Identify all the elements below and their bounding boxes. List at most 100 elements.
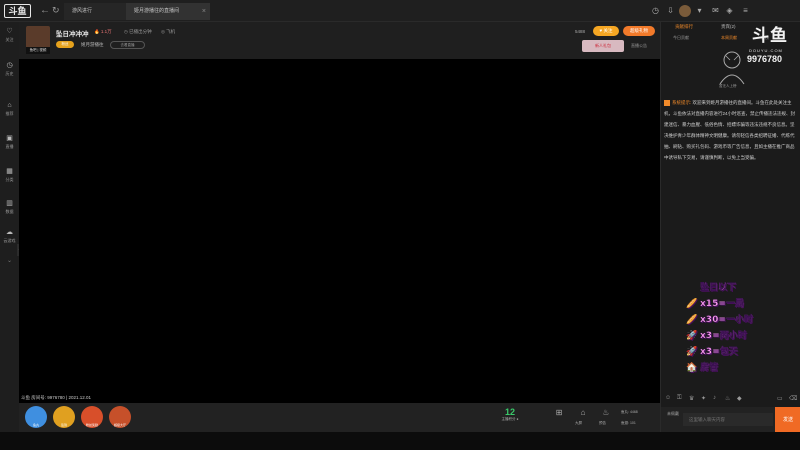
super-hall-button[interactable]: 超级大厅 <box>109 406 131 428</box>
video-player[interactable]: 斗鱼 房间号: 9976780 | 2021.12.01 <box>19 59 660 403</box>
crown-icon[interactable]: ♛ <box>689 395 694 402</box>
sidebar-item-recommend[interactable]: ⌂ 推荐 <box>0 102 19 117</box>
button-label: 签到 <box>60 423 67 427</box>
gift-box-icon[interactable]: ⊞ <box>552 408 566 422</box>
tab-today[interactable]: 今日贡献 <box>673 35 689 41</box>
host-level[interactable]: 12 主播积分 ● <box>494 407 526 422</box>
shield-icon[interactable]: ◆ <box>737 395 742 402</box>
overlay-text: x15=一局 <box>700 299 744 309</box>
douyu-logo[interactable]: 斗鱼 <box>4 4 31 18</box>
message-icon[interactable]: ✉ <box>710 5 721 16</box>
fire-icon[interactable]: ♨ <box>725 395 730 402</box>
emoji-icon[interactable]: ☺ <box>665 395 671 401</box>
user-avatar[interactable] <box>679 5 691 17</box>
overlay-line: 🏠 房管 <box>686 360 800 376</box>
super-gift-button[interactable]: 超级礼物 <box>623 26 655 36</box>
douyu-watermark-logo: 斗鱼 <box>752 26 788 45</box>
sidebar-item-live[interactable]: ▣ 直播 <box>0 135 19 150</box>
tab-explore[interactable]: 游风进行 <box>64 3 126 20</box>
announcement-link[interactable]: 直播公告 <box>631 43 647 49</box>
room-title: 坠日冲冲冲 <box>56 31 89 38</box>
empty-rank-caption: 暂无人上榜 <box>719 84 737 88</box>
star-icon[interactable]: ✦ <box>701 395 706 402</box>
sidebar-item-label: 推荐 <box>5 111 14 116</box>
fishball-stat: 鱼丸: 4468 <box>621 410 638 414</box>
refresh-icon[interactable]: ↻ <box>52 5 60 16</box>
badge-avatar-label: 未佩戴 <box>667 411 679 416</box>
sidebar-item-follow[interactable]: ♡ 关注 <box>0 28 19 43</box>
menu-icon[interactable]: ≡ <box>740 5 751 16</box>
tab-live-room[interactable]: 姬月游播往的直播间 × <box>126 3 210 20</box>
fishfin-stat: 鱼翅: 101 <box>621 421 636 425</box>
chart-icon: ▥ <box>6 200 13 207</box>
sidebar-more-icon[interactable]: ⌄ <box>0 257 19 264</box>
bottom-toolbar: 鱼丸 签到 粉丝奖励 超级大厅 12 主播积分 ● ⊞ ⌂ 大屏 ♨ 预告 鱼丸… <box>19 403 660 432</box>
system-icon <box>664 99 670 106</box>
hot-count: 🔥 1.1万 <box>94 29 112 34</box>
sidebar-item-label: 历史 <box>5 71 14 76</box>
follow-label: 关注 <box>603 28 613 33</box>
cloud-icon: ☁ <box>6 229 13 236</box>
subscribe-button[interactable]: 去看直播 <box>110 41 145 49</box>
fans-badge[interactable]: 粉丝 <box>56 41 74 48</box>
host-name[interactable]: 姬月游播往 <box>81 42 104 48</box>
follow-count: 5488 <box>575 29 586 34</box>
right-panel: 贡献排行 贵宾(2) 今日贡献 本周贡献 总榜 暂无人上榜 斗鱼 DOUYU.C… <box>660 22 800 432</box>
clock-icon: ◷ <box>6 62 13 69</box>
chevron-down-icon[interactable]: ▾ <box>694 5 705 16</box>
heart-icon: ♡ <box>6 28 13 35</box>
home-icon: ⌂ <box>7 102 12 109</box>
bread-icon: 🥖 <box>686 299 698 309</box>
close-icon[interactable]: × <box>202 3 206 20</box>
fans-reward-button[interactable]: 粉丝奖励 <box>81 406 103 428</box>
overlay-line: 🚀 x3=两小时 <box>686 328 800 344</box>
trash-icon[interactable]: ⌫ <box>789 395 797 402</box>
tab-week[interactable]: 本周贡献 <box>721 35 737 41</box>
sidebar-item-label: 分类 <box>5 177 14 182</box>
bell-icon[interactable]: ♪ <box>713 395 716 401</box>
sidebar-item-history[interactable]: ◷ 历史 <box>0 62 19 77</box>
preview-icon[interactable]: ♨ <box>599 408 613 422</box>
overlay-text: 坠日以下 <box>700 283 737 293</box>
overlay-text: x3=两小时 <box>700 331 747 341</box>
empty-rank-illustration <box>719 51 745 85</box>
sidebar-item-label: 关注 <box>5 37 14 42</box>
button-label: 粉丝奖励 <box>85 423 98 427</box>
chat-input-area: 未佩戴 发送 <box>661 407 800 432</box>
host-tag[interactable]: 鱼吧 | 视频 <box>26 47 50 54</box>
promo-banner[interactable]: 新人礼包 <box>582 40 624 52</box>
lock-icon[interactable]: ⚿ <box>677 395 682 402</box>
bread-icon: 🥖 <box>686 315 698 325</box>
overlay-text: 房管 <box>700 363 719 373</box>
button-label: 超级大厅 <box>113 423 126 427</box>
clock-icon[interactable]: ◷ <box>650 5 661 16</box>
tab-vip[interactable]: 贵宾(2) <box>721 24 736 30</box>
sidebar-item-cloud-game[interactable]: ☁ 云游戏 <box>0 229 19 244</box>
follow-button[interactable]: ♥ 关注 <box>593 26 619 36</box>
tab-contribution[interactable]: 贡献排行 <box>675 24 693 30</box>
checkin-button[interactable]: 签到 <box>53 406 75 428</box>
sidebar-item-data[interactable]: ▥ 数据 <box>0 200 19 215</box>
send-button[interactable]: 发送 <box>775 407 800 432</box>
chat-input[interactable] <box>683 413 773 426</box>
system-message: 系统提示: 欢迎来到姬月游播往的直播间。斗鱼在此处关注主机，斗鱼依法对直播内容进… <box>664 97 796 163</box>
big-screen-icon[interactable]: ⌂ <box>576 408 590 422</box>
chat-toolbar: ☺ ⚿ ♛ ✦ ♪ ♨ ◆ ▭ ⌫ <box>661 395 800 405</box>
badge-avatar[interactable]: 未佩戴 <box>665 411 681 427</box>
overlay-line: 坠日以下 <box>686 280 800 296</box>
overlay-text: x30=一小时 <box>700 315 753 325</box>
scroll-lock-icon[interactable]: ▭ <box>777 395 783 402</box>
sidebar-item-category[interactable]: ▦ 分类 <box>0 168 19 183</box>
sidebar-item-label: 数据 <box>5 209 14 214</box>
system-tag: 系统提示: <box>672 100 692 105</box>
footer-strip <box>0 432 800 450</box>
plane-indicator: ◎ 飞机 <box>161 29 176 34</box>
back-arrow-icon[interactable]: ← <box>40 5 50 16</box>
tab-label: 游风进行 <box>72 8 93 14</box>
skin-icon[interactable]: ◈ <box>724 5 735 16</box>
overlay-line: 🥖 x15=一局 <box>686 296 800 312</box>
download-icon[interactable]: ⇩ <box>665 5 676 16</box>
level-label: 主播积分 ● <box>501 417 519 421</box>
fishball-button[interactable]: 鱼丸 <box>25 406 47 428</box>
big-screen-label: 大屏 <box>575 421 582 425</box>
